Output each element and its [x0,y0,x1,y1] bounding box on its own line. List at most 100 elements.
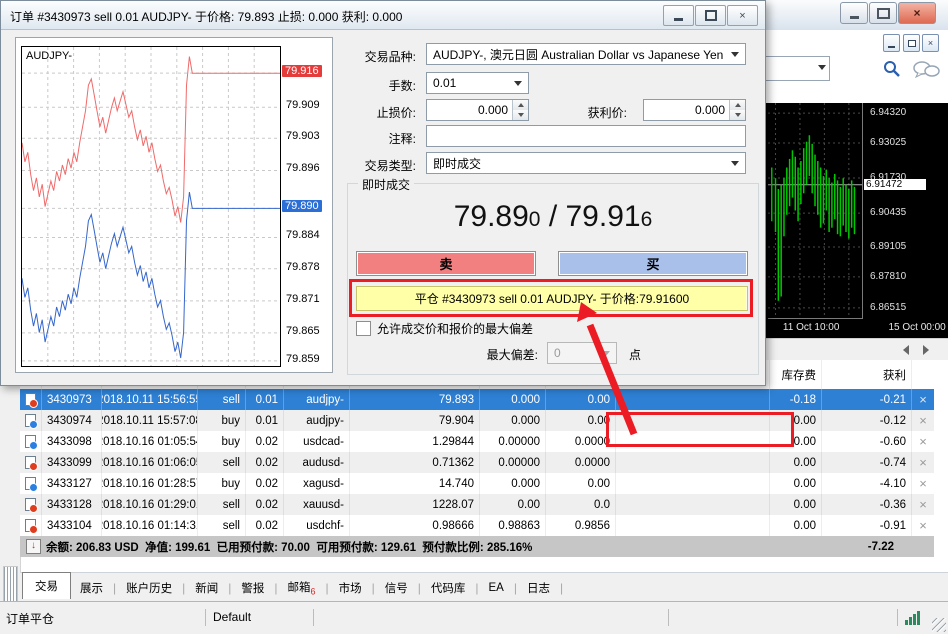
window-minimize-button[interactable] [840,2,868,24]
close-order-icon[interactable]: × [912,515,934,536]
tab-EA[interactable]: EA [480,578,513,598]
order-stoploss: 0.98863 [480,515,546,536]
resize-grip[interactable] [932,618,946,632]
stoploss-input[interactable]: 0.000 [426,99,529,121]
tab-新闻[interactable]: 新闻 [186,576,227,600]
order-type: sell [198,389,246,410]
table-row[interactable]: 34309732018.10.11 15:56:55sell0.01audjpy… [20,389,934,410]
tab-警报[interactable]: 警报 [232,576,273,600]
close-order-icon[interactable]: × [912,473,934,494]
price-scale-label: 79.909 [286,99,320,111]
close-order-icon[interactable]: × [912,389,934,410]
volume-select[interactable]: 0.01 [426,72,529,94]
order-takeprofit: 0.00 [546,473,616,494]
tab-展示[interactable]: 展示 [71,576,112,600]
spin-up-icon[interactable] [730,100,745,110]
order-id: 3433098 [42,431,102,452]
order-swap: 0.00 [770,473,822,494]
dialog-minimize-button[interactable] [663,5,694,26]
price-scale-label: 79.903 [286,130,320,142]
order-swap: 0.00 [770,494,822,515]
close-position-button[interactable]: 平仓 #3430973 sell 0.01 AUDJPY- 于价格:79.916… [356,286,748,311]
volume-label: 手数: [344,77,416,94]
tab-邮箱[interactable]: 邮箱6 [279,575,325,600]
max-deviation-select[interactable]: 0 [547,342,617,364]
window-maximize-button[interactable] [869,2,897,24]
current-price-badge: 6.91472 [864,179,926,190]
takeprofit-input[interactable]: 0.000 [643,99,746,121]
order-icon-cell [20,494,42,515]
deviation-checkbox[interactable] [356,321,371,336]
order-swap: 0.00 [770,410,822,431]
balance-profit: -7.22 [868,541,894,553]
mdi-minimize-button[interactable] [883,34,900,52]
close-order-icon[interactable]: × [912,494,934,515]
order-icon-cell [20,431,42,452]
order-type: buy [198,473,246,494]
takeprofit-value: 0.000 [644,103,729,117]
price-scale-label: 6.89105 [870,241,906,252]
order-type-select[interactable]: 即时成交 [426,152,746,174]
comment-input[interactable] [426,125,746,147]
tab-信号[interactable]: 信号 [376,576,417,600]
close-order-icon[interactable]: × [912,452,934,473]
spin-down-icon[interactable] [513,110,528,120]
close-order-icon[interactable]: × [912,431,934,452]
scroll-left-icon[interactable] [903,345,909,355]
dialog-maximize-button[interactable] [695,5,726,26]
dialog-titlebar[interactable]: 订单 #3430973 sell 0.01 AUDJPY- 于价格: 79.89… [1,1,765,30]
scroll-right-icon[interactable] [923,345,929,355]
balance-row: ↓ 余额: 206.83 USD 净值: 199.61 已用预付款: 70.00… [20,536,934,557]
panel-handle-icon[interactable] [3,566,18,602]
chat-icon[interactable] [912,60,942,80]
header-swap[interactable]: 库存费 [770,360,822,389]
mdi-restore-button[interactable] [903,34,920,52]
table-row[interactable]: 34330982018.10.16 01:05:54buy0.02usdcad-… [20,431,934,452]
order-symbol: usdchf- [284,515,350,536]
usdcnh-chart[interactable]: 6.943206.930256.917306.904356.891056.878… [766,103,948,338]
sell-button[interactable]: 卖 [356,251,536,276]
window-close-button[interactable]: × [898,2,936,24]
table-row[interactable]: 34330992018.10.16 01:06:05sell0.02audusd… [20,452,934,473]
header-profit[interactable]: 获利 [822,360,912,389]
close-order-icon[interactable]: × [912,410,934,431]
order-buy-icon [25,435,36,448]
table-row[interactable]: 34331272018.10.16 01:28:57buy0.02xagusd-… [20,473,934,494]
balance-text: 余额: 206.83 USD 净值: 199.61 已用预付款: 70.00 可… [46,539,532,555]
tab-账户历史[interactable]: 账户历史 [117,576,181,600]
order-swap: -0.18 [770,389,822,410]
order-id: 3433104 [42,515,102,536]
status-profile[interactable]: Default [213,610,251,624]
order-buy-icon [25,477,36,490]
order-type: sell [198,494,246,515]
dialog-close-button[interactable]: × [727,5,758,26]
table-row[interactable]: 34331282018.10.16 01:29:01sell0.02xauusd… [20,494,934,515]
order-time: 2018.10.16 01:28:57 [102,473,198,494]
search-icon[interactable] [882,59,902,79]
terminal-panel: 库存费 获利 34309732018.10.11 15:56:55sell0.0… [0,360,948,633]
symbol-select[interactable]: AUDJPY-, 澳元日圆 Australian Dollar vs Japan… [426,43,746,65]
table-row[interactable]: 34309742018.10.11 15:57:08buy0.01audjpy-… [20,410,934,431]
order-icon-cell [20,473,42,494]
spin-up-icon[interactable] [513,100,528,110]
tab-日志[interactable]: 日志 [518,576,559,600]
order-lots: 0.02 [246,515,284,536]
mdi-close-button[interactable]: × [922,34,939,52]
table-row[interactable]: 34331042018.10.16 01:14:31sell0.02usdchf… [20,515,934,536]
chart-scrollbar[interactable] [766,338,948,361]
tab-交易[interactable]: 交易 [22,572,71,599]
tab-市场[interactable]: 市场 [330,576,371,600]
buy-button[interactable]: 买 [558,251,748,276]
tick-chart-price-scale: 79.91679.90979.90379.89679.89079.88479.8… [282,46,332,365]
time-scale-label: 11 Oct 10:00 [783,322,840,333]
tab-代码库[interactable]: 代码库 [422,576,475,600]
order-time: 2018.10.16 01:29:01 [102,494,198,515]
tick-chart-plot [21,46,281,367]
chevron-down-icon [514,81,522,86]
spin-down-icon[interactable] [730,110,745,120]
comment-label: 注释: [344,130,416,147]
price-scale-label: 79.865 [286,325,320,337]
price-scale-label: 6.86515 [870,302,906,313]
takeprofit-label: 获利价: [561,104,627,121]
order-takeprofit: 0.00 [546,410,616,431]
